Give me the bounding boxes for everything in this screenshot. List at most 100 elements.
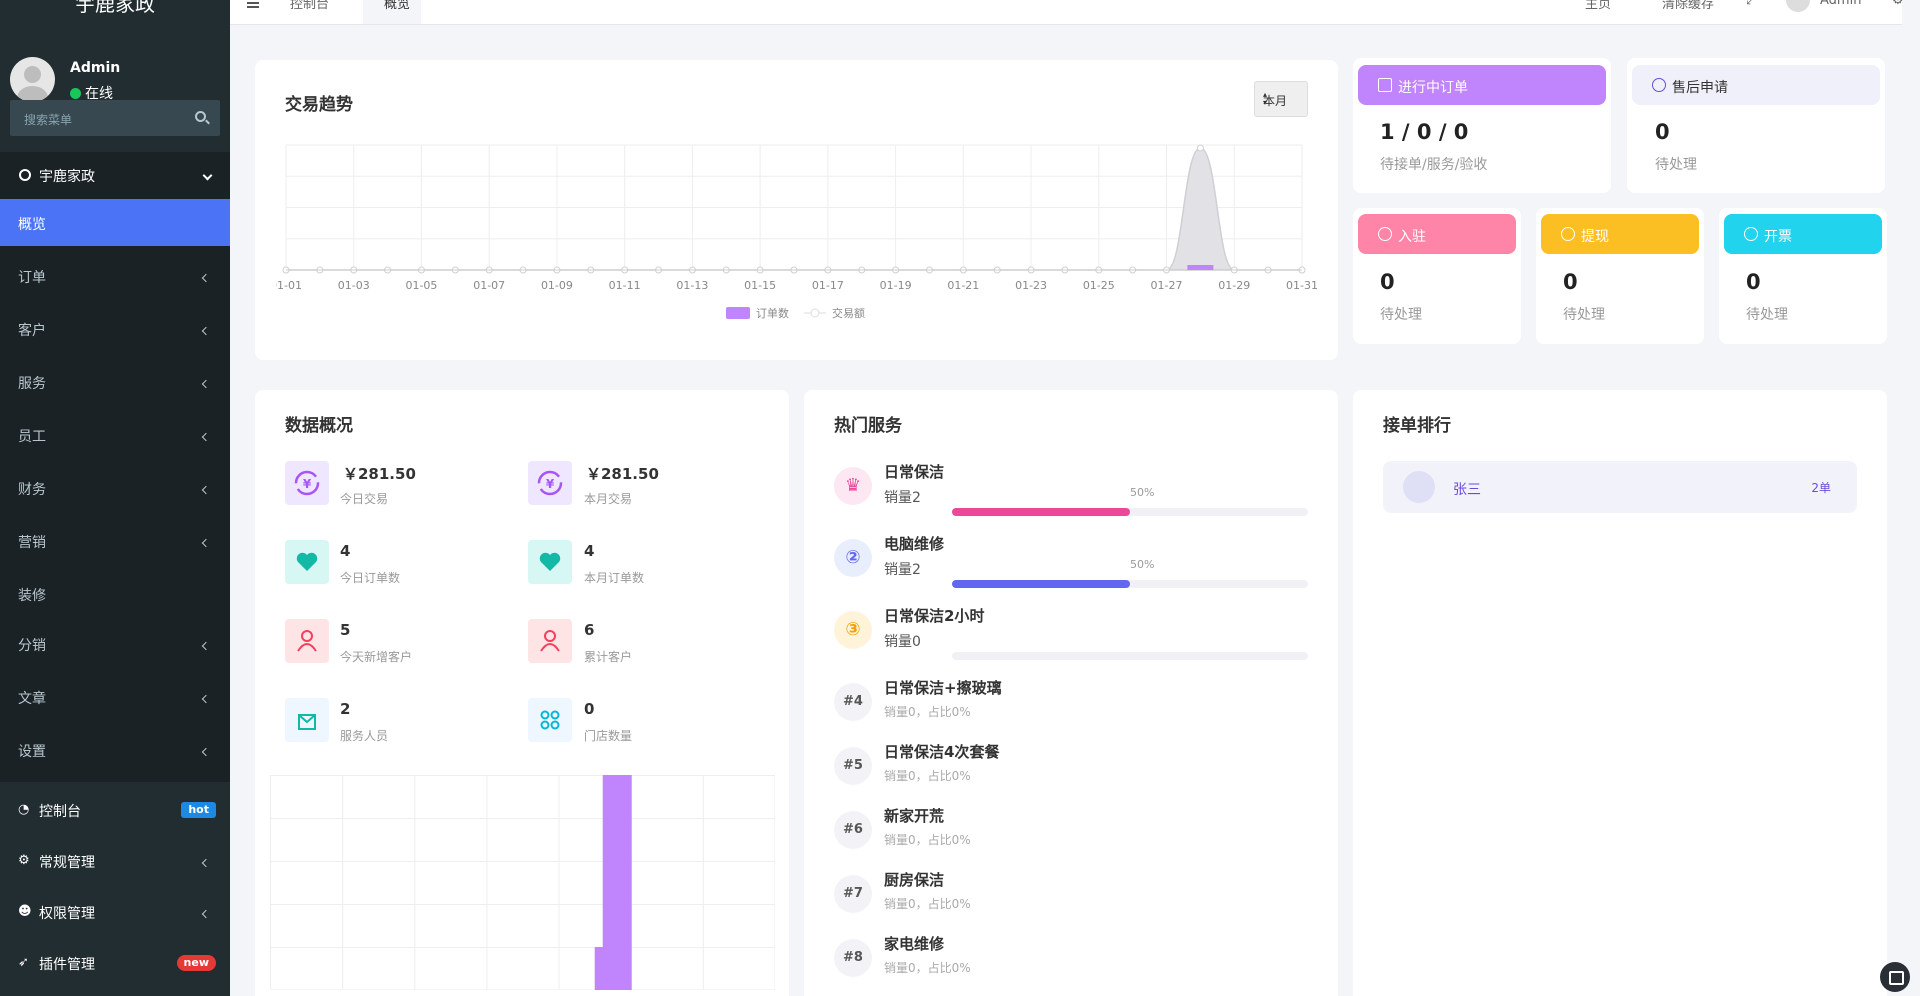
x-tick-label: 01-03 bbox=[338, 279, 370, 292]
menu-toggle-icon[interactable] bbox=[247, 2, 259, 4]
stat-stores-label: 门店数量 bbox=[584, 729, 633, 743]
clear-cache-link[interactable]: 清除缓存 bbox=[1662, 0, 1714, 12]
invoice-pill[interactable]: 开票 bbox=[1724, 214, 1882, 254]
legend-swatch-amount-dot bbox=[810, 308, 820, 318]
sidebar: 宇鹿家政 Admin 在线 搜索菜单 宇鹿家政 概览 订单 客户 服务 员工 财… bbox=[0, 0, 230, 996]
period-select[interactable]: 本月 ▴ ▾ bbox=[1254, 81, 1308, 117]
x-tick-label: 01-13 bbox=[676, 279, 708, 292]
sidebar-item-dashboard[interactable]: ◔ 控制台 hot bbox=[0, 788, 230, 832]
withdraw-pill[interactable]: 提现 bbox=[1541, 214, 1699, 254]
invoice-value: 0 bbox=[1746, 270, 1761, 294]
brand-title[interactable]: 宇鹿家政 bbox=[0, 0, 230, 22]
in-progress-sub: 待接单/服务/验收 bbox=[1380, 157, 1488, 173]
sales-progress-bar bbox=[952, 652, 1308, 660]
stat-stores: 0 bbox=[584, 700, 595, 718]
top-avatar[interactable] bbox=[1786, 0, 1810, 12]
sidebar-item-marketing[interactable]: 营销 bbox=[0, 517, 230, 564]
sidebar-item-finance[interactable]: 财务 bbox=[0, 464, 230, 511]
withdraw-value: 0 bbox=[1563, 270, 1578, 294]
ranking-row[interactable]: 张三 2单 bbox=[1383, 461, 1857, 513]
service-name[interactable]: 新家开荒 bbox=[884, 805, 944, 826]
heart-hand-icon bbox=[1652, 78, 1666, 92]
top-bar: 控制台 概览 主页 清除缓存 ⤢ Admin ⚙ bbox=[230, 0, 1920, 25]
sales-percent: 50% bbox=[1130, 558, 1155, 571]
x-tick-label: 01-27 bbox=[1151, 279, 1183, 292]
after-sale-value: 0 bbox=[1655, 120, 1670, 144]
service-name[interactable]: 日常保洁+擦玻璃 bbox=[884, 677, 1002, 698]
yen-circle-icon bbox=[1744, 227, 1758, 241]
menu-group: 宇鹿家政 概览 订单 客户 服务 员工 财务 营销 装修 分销 文章 设置 bbox=[0, 152, 230, 782]
after-sale-pill[interactable]: 售后申请 bbox=[1632, 65, 1880, 105]
legend-swatch-orders bbox=[726, 307, 750, 319]
ranking-count: 2单 bbox=[1811, 481, 1831, 495]
service-name[interactable]: 日常保洁 bbox=[884, 461, 944, 482]
chevron-left-icon bbox=[201, 432, 211, 442]
chevron-left-icon bbox=[201, 485, 211, 495]
sales-progress-fill bbox=[952, 580, 1130, 588]
new-badge: new bbox=[176, 955, 216, 971]
sidebar-item-services[interactable]: 服务 bbox=[0, 358, 230, 405]
service-name[interactable]: 日常保洁2小时 bbox=[884, 605, 984, 626]
yen-circle-icon bbox=[1561, 227, 1575, 241]
stat-today-trade: ￥281.50 bbox=[343, 465, 416, 483]
chevron-left-icon bbox=[201, 641, 211, 651]
x-tick-label: 01-21 bbox=[947, 279, 979, 292]
legend-amount: 交易额 bbox=[832, 306, 865, 320]
sidebar-item-articles[interactable]: 文章 bbox=[0, 673, 230, 720]
menu-group-header[interactable]: 宇鹿家政 bbox=[0, 152, 230, 199]
sidebar-item-decoration[interactable]: 装修 bbox=[0, 570, 230, 617]
x-tick-label: 01-25 bbox=[1083, 279, 1115, 292]
chevron-left-icon bbox=[201, 326, 211, 336]
service-sales: 销量0，占比0% bbox=[884, 961, 971, 975]
x-tick-label: 01-09 bbox=[541, 279, 573, 292]
sidebar-item-customers[interactable]: 客户 bbox=[0, 305, 230, 352]
sidebar-item-distribution[interactable]: 分销 bbox=[0, 620, 230, 667]
tab-overview[interactable]: 概览 bbox=[384, 0, 410, 12]
ranking-name: 张三 bbox=[1453, 482, 1481, 498]
home-link[interactable]: 主页 bbox=[1585, 0, 1611, 12]
chevron-left-icon bbox=[201, 694, 211, 704]
chart-legend[interactable]: 订单数 交易额 bbox=[726, 306, 865, 320]
stat-today-orders: 4 bbox=[340, 542, 351, 560]
service-name[interactable]: 家电维修 bbox=[884, 933, 944, 954]
feedback-button[interactable] bbox=[1880, 962, 1910, 992]
settle-pill[interactable]: 入驻 bbox=[1358, 214, 1516, 254]
chevron-left-icon bbox=[201, 273, 211, 283]
fullscreen-icon[interactable]: ⤢ bbox=[1746, 0, 1756, 8]
stat-month-orders: 4 bbox=[584, 542, 595, 560]
ranking-title: 接单排行 bbox=[1383, 416, 1451, 436]
rocket-icon: ➶ bbox=[18, 955, 29, 970]
stat-today-trade-label: 今日交易 bbox=[340, 492, 389, 506]
sales-progress-bar bbox=[952, 508, 1308, 516]
sales-percent: 50% bbox=[1130, 486, 1155, 499]
top-user-name[interactable]: Admin bbox=[1820, 0, 1861, 8]
invoice-sub: 待处理 bbox=[1746, 307, 1788, 323]
search-icon[interactable] bbox=[195, 111, 206, 122]
medal-3-icon: ③ bbox=[834, 611, 872, 649]
withdraw-sub: 待处理 bbox=[1563, 307, 1605, 323]
rank-number: #6 bbox=[834, 811, 872, 849]
service-name[interactable]: 厨房保洁 bbox=[884, 869, 944, 890]
service-name[interactable]: 日常保洁4次套餐 bbox=[884, 741, 999, 762]
menu-search-input[interactable]: 搜索菜单 bbox=[10, 100, 220, 136]
heart-icon bbox=[528, 540, 572, 584]
tab-dashboard[interactable]: 控制台 bbox=[290, 0, 329, 12]
sidebar-item-permissions[interactable]: ☻ 权限管理 bbox=[0, 890, 230, 934]
medal-2-icon: ② bbox=[834, 539, 872, 577]
chevron-left-icon bbox=[201, 538, 211, 548]
x-tick-label: 01-05 bbox=[405, 279, 437, 292]
service-name[interactable]: 电脑维修 bbox=[884, 533, 944, 554]
sidebar-item-general[interactable]: ⚙ 常规管理 bbox=[0, 839, 230, 883]
x-tick-label: 01-23 bbox=[1015, 279, 1047, 292]
sidebar-item-plugins[interactable]: ➶ 插件管理 new bbox=[0, 941, 230, 985]
in-progress-pill[interactable]: 进行中订单 bbox=[1358, 65, 1606, 105]
sidebar-item-settings[interactable]: 设置 bbox=[0, 726, 230, 773]
worker-icon bbox=[285, 698, 329, 742]
trophy-icon: ♛ bbox=[834, 467, 872, 505]
sidebar-item-overview[interactable]: 概览 bbox=[0, 199, 230, 246]
avatar bbox=[1403, 471, 1435, 503]
stat-today-customers-label: 今天新增客户 bbox=[340, 650, 413, 664]
scrollbar[interactable] bbox=[1902, 0, 1920, 996]
sidebar-item-staff[interactable]: 员工 bbox=[0, 411, 230, 458]
sidebar-item-orders[interactable]: 订单 bbox=[0, 252, 230, 299]
